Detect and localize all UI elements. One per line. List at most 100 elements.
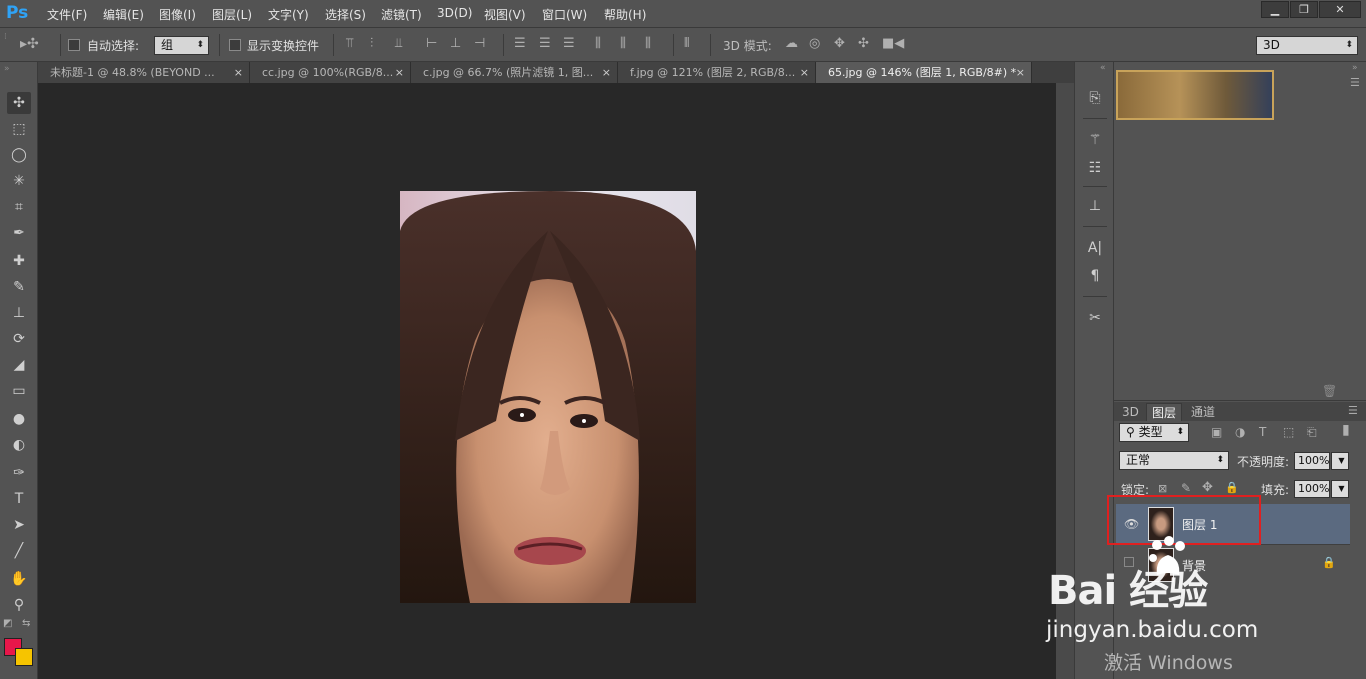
close-icon[interactable]: × — [234, 62, 243, 83]
menu-window[interactable]: 窗口(W) — [542, 6, 587, 23]
crop-tool-icon[interactable]: ⌗ — [7, 196, 31, 218]
blend-mode-dropdown[interactable]: 正常 ⬍ — [1119, 451, 1229, 470]
tab-cc-jpg[interactable]: cc.jpg @ 100%(RGB/8... × — [250, 62, 411, 83]
3d-roll-icon[interactable]: ◎ — [809, 36, 820, 51]
panel-menu-icon[interactable]: ☰ — [1350, 76, 1360, 89]
lock-position-icon[interactable]: ✥ — [1202, 480, 1213, 495]
filter-toggle-icon[interactable]: ▮ — [1342, 422, 1350, 438]
tab-3d[interactable]: 3D — [1117, 403, 1144, 421]
align-top-icon[interactable]: ⫪ — [346, 36, 353, 51]
fill-input[interactable]: 100% — [1294, 480, 1330, 498]
distribute-left-icon[interactable]: ⫼ — [595, 36, 601, 51]
tab-channels[interactable]: 通道 — [1186, 403, 1220, 421]
distribute-vcenter-icon[interactable]: ☰ — [539, 36, 551, 51]
adjustments-panel-icon[interactable]: ☷ — [1086, 160, 1104, 178]
align-bottom-icon[interactable]: ⫫ — [395, 36, 402, 51]
close-icon[interactable]: × — [1016, 62, 1025, 83]
lock-transparent-icon[interactable]: ⊠ — [1158, 482, 1167, 495]
paragraph-panel-icon[interactable]: ¶ — [1086, 268, 1104, 286]
lock-all-icon[interactable]: 🔒 — [1225, 481, 1239, 494]
dodge-tool-icon[interactable]: ◐ — [7, 434, 31, 456]
align-right-icon[interactable]: ⊣ — [474, 36, 485, 51]
pen-tool-icon[interactable]: ✑ — [7, 462, 31, 484]
distribute-hcenter-icon[interactable]: ⫼ — [620, 36, 626, 51]
chevron-down-icon[interactable]: ▼ — [1331, 480, 1349, 498]
menu-type[interactable]: 文字(Y) — [268, 6, 309, 23]
shape-filter-icon[interactable]: ⬚ — [1283, 425, 1294, 439]
menu-help[interactable]: 帮助(H) — [604, 6, 646, 23]
clone-source-panel-icon[interactable]: ⊥ — [1086, 198, 1104, 216]
auto-select-dropdown[interactable]: 组 ⬍ — [154, 36, 209, 55]
menu-3d[interactable]: 3D(D) — [437, 6, 472, 20]
menu-edit[interactable]: 编辑(E) — [103, 6, 144, 23]
align-hcenter-icon[interactable]: ⊥ — [450, 36, 461, 51]
history-panel-icon[interactable]: ⎘ — [1086, 90, 1104, 108]
zoom-tool-icon[interactable]: ⚲ — [7, 594, 31, 616]
align-left-icon[interactable]: ⊢ — [426, 36, 437, 51]
brush-panel-icon[interactable]: ⚚ — [1086, 132, 1104, 150]
eraser-tool-icon[interactable]: ◢ — [7, 354, 31, 376]
tab-layers[interactable]: 图层 — [1146, 403, 1183, 421]
menu-image[interactable]: 图像(I) — [159, 6, 196, 23]
close-icon[interactable]: × — [800, 62, 809, 83]
default-colors-icon[interactable]: ◩ — [3, 618, 12, 629]
3d-rotate-icon[interactable]: ☁ — [785, 36, 798, 51]
collapse-icon[interactable]: » — [4, 64, 10, 74]
tab-f-jpg[interactable]: f.jpg @ 121% (图层 2, RGB/8... × — [618, 62, 816, 83]
smart-object-filter-icon[interactable]: ⎗ — [1307, 425, 1317, 440]
tool-presets-panel-icon[interactable]: ✂ — [1086, 310, 1104, 328]
close-icon[interactable]: × — [602, 62, 611, 83]
lasso-tool-icon[interactable]: ◯ — [7, 144, 31, 166]
show-transform-checkbox[interactable] — [229, 39, 241, 51]
3d-scale-icon[interactable]: ■◀ — [882, 36, 904, 51]
collapse-icon[interactable]: « — [1100, 63, 1106, 73]
move-tool-preset-icon[interactable]: ▸✣ — [20, 36, 39, 52]
workspace-dropdown[interactable]: 3D ⬍ — [1256, 36, 1358, 55]
brush-tool-icon[interactable]: ✎ — [7, 276, 31, 298]
document-image[interactable] — [400, 191, 696, 603]
type-filter-icon[interactable]: T — [1259, 425, 1266, 439]
opacity-input[interactable]: 100% — [1294, 452, 1330, 470]
navigator-thumbnail[interactable] — [1116, 70, 1274, 120]
tab-65-jpg[interactable]: 65.jpg @ 146% (图层 1, RGB/8#) * × — [816, 62, 1032, 83]
menu-layer[interactable]: 图层(L) — [212, 6, 252, 23]
close-button[interactable]: ✕ — [1319, 1, 1361, 18]
marquee-tool-icon[interactable]: ⬚ — [7, 118, 31, 140]
tab-untitled-1[interactable]: 未标题-1 @ 48.8% (BEYOND ... × — [38, 62, 250, 83]
magic-wand-tool-icon[interactable]: ✳ — [7, 170, 31, 192]
minimize-button[interactable]: ▁ — [1261, 1, 1289, 18]
close-icon[interactable]: × — [395, 62, 404, 83]
restore-button[interactable]: ❐ — [1290, 1, 1318, 18]
distribute-top-icon[interactable]: ☰ — [514, 36, 526, 51]
3d-drag-icon[interactable]: ✥ — [834, 36, 845, 51]
clone-stamp-tool-icon[interactable]: ⊥ — [7, 302, 31, 324]
blur-tool-icon[interactable]: ● — [7, 408, 31, 430]
lock-pixels-icon[interactable]: ✎ — [1181, 481, 1191, 495]
type-tool-icon[interactable]: T — [7, 488, 31, 510]
menu-file[interactable]: 文件(F) — [47, 6, 87, 23]
path-selection-tool-icon[interactable]: ➤ — [7, 514, 31, 536]
auto-align-icon[interactable]: ⫴ — [684, 36, 689, 51]
chevron-down-icon[interactable]: ▼ — [1331, 452, 1349, 470]
tab-c-jpg[interactable]: c.jpg @ 66.7% (照片滤镜 1, 图... × — [411, 62, 618, 83]
hand-tool-icon[interactable]: ✋ — [7, 568, 31, 590]
healing-brush-tool-icon[interactable]: ✚ — [7, 250, 31, 272]
menu-view[interactable]: 视图(V) — [484, 6, 526, 23]
adjustment-filter-icon[interactable]: ◑ — [1235, 425, 1245, 439]
move-tool-icon[interactable]: ✣ — [7, 92, 31, 114]
gradient-tool-icon[interactable]: ▭ — [7, 380, 31, 402]
collapse-icon[interactable]: » — [1352, 63, 1358, 73]
3d-slide-icon[interactable]: ✣ — [858, 36, 869, 51]
trash-icon[interactable]: 🗑 — [1322, 384, 1337, 398]
menu-select[interactable]: 选择(S) — [325, 6, 366, 23]
panel-menu-icon[interactable]: ☰ — [1348, 404, 1358, 417]
pixel-filter-icon[interactable]: ▣ — [1211, 425, 1222, 439]
history-brush-tool-icon[interactable]: ⟳ — [7, 328, 31, 350]
eyedropper-tool-icon[interactable]: ✒ — [7, 222, 31, 244]
align-vcenter-icon[interactable]: ⫶ — [370, 36, 373, 51]
line-tool-icon[interactable]: ╱ — [7, 540, 31, 562]
auto-select-checkbox[interactable] — [68, 39, 80, 51]
background-color-swatch[interactable] — [15, 648, 33, 666]
distribute-right-icon[interactable]: ⫼ — [645, 36, 651, 51]
swap-colors-icon[interactable]: ⇆ — [22, 618, 30, 629]
